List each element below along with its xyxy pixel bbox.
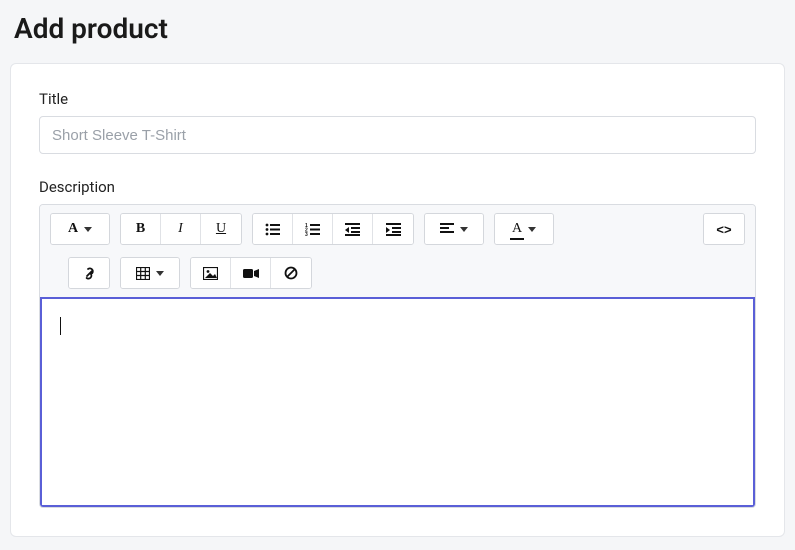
indent-button[interactable] bbox=[373, 214, 413, 244]
image-icon bbox=[203, 267, 218, 280]
unordered-list-button[interactable] bbox=[253, 214, 293, 244]
clear-format-button[interactable] bbox=[271, 258, 311, 288]
link-button[interactable] bbox=[69, 258, 109, 288]
chevron-down-icon bbox=[460, 227, 468, 232]
image-button[interactable] bbox=[191, 258, 231, 288]
italic-icon: I bbox=[178, 221, 183, 237]
align-left-icon bbox=[440, 223, 454, 235]
chevron-down-icon bbox=[156, 271, 164, 276]
ordered-list-button[interactable]: 1 2 3 bbox=[293, 214, 333, 244]
description-editor[interactable] bbox=[40, 297, 755, 507]
text-cursor bbox=[60, 317, 61, 335]
rich-text-editor: A B I U bbox=[39, 204, 756, 508]
title-input[interactable] bbox=[39, 116, 756, 154]
outdent-icon bbox=[345, 223, 360, 236]
page-title: Add product bbox=[0, 0, 795, 63]
chevron-down-icon bbox=[84, 227, 92, 232]
underline-button[interactable]: U bbox=[201, 214, 241, 244]
description-field-group: Description A B I bbox=[39, 178, 756, 508]
indent-icon bbox=[386, 223, 401, 236]
outdent-button[interactable] bbox=[333, 214, 373, 244]
italic-button[interactable]: I bbox=[161, 214, 201, 244]
table-icon bbox=[136, 267, 150, 280]
bold-button[interactable]: B bbox=[121, 214, 161, 244]
unordered-list-icon bbox=[265, 223, 280, 236]
clear-format-icon bbox=[284, 266, 298, 280]
video-button[interactable] bbox=[231, 258, 271, 288]
underline-icon: U bbox=[216, 221, 226, 237]
svg-text:3: 3 bbox=[305, 232, 308, 236]
text-color-icon: A bbox=[512, 221, 522, 237]
video-icon bbox=[243, 268, 259, 279]
text-color-button[interactable]: A bbox=[495, 214, 553, 244]
chevron-down-icon bbox=[528, 227, 536, 232]
description-label: Description bbox=[39, 178, 756, 196]
bold-icon: B bbox=[136, 221, 145, 237]
title-field-group: Title bbox=[39, 90, 756, 154]
link-icon bbox=[82, 266, 97, 281]
editor-toolbar: A B I U bbox=[40, 205, 755, 297]
code-icon: <> bbox=[716, 222, 731, 237]
product-form-card: Title Description A B bbox=[10, 63, 785, 537]
ordered-list-icon: 1 2 3 bbox=[305, 223, 320, 236]
table-button[interactable] bbox=[121, 258, 179, 288]
align-button[interactable] bbox=[425, 214, 483, 244]
title-label: Title bbox=[39, 90, 756, 108]
paragraph-format-icon: A bbox=[68, 221, 78, 237]
paragraph-format-button[interactable]: A bbox=[51, 214, 109, 244]
code-view-button[interactable]: <> bbox=[704, 214, 744, 244]
